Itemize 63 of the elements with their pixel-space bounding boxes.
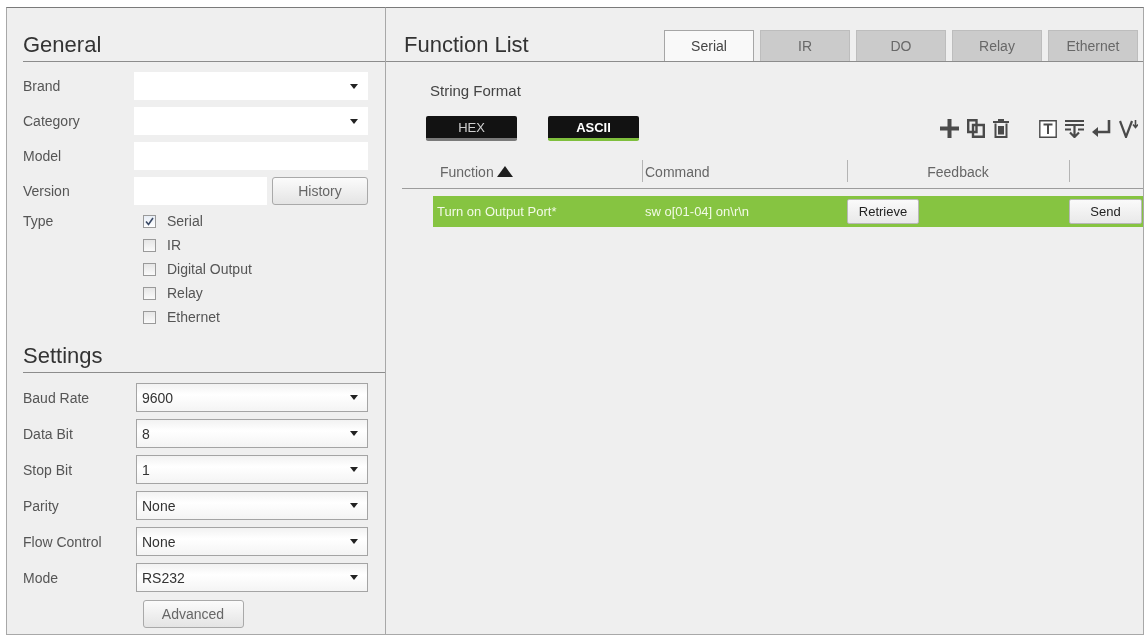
table-cell-text: sw o[01-04] on\r\n — [644, 204, 750, 219]
format-button[interactable]: HEX — [426, 116, 517, 141]
format-button[interactable]: ASCII — [548, 116, 639, 141]
section-title: General — [23, 32, 102, 58]
checkbox-label: Digital Output — [167, 260, 252, 278]
field-label: String Format — [430, 82, 521, 100]
send-button[interactable]: Send — [1069, 199, 1142, 224]
checkbox[interactable] — [143, 238, 156, 252]
caret-icon — [350, 467, 358, 472]
caret-icon — [350, 395, 358, 400]
field-label: Version — [23, 182, 71, 200]
history-button[interactable]: History — [272, 177, 368, 205]
field-label: Model — [23, 147, 63, 165]
field-label: Data Bit — [23, 424, 74, 443]
table-row[interactable]: Turn on Output Port* sw o[01-04] on\r\n Retrieve Send — [433, 196, 1143, 227]
checkbox[interactable] — [143, 286, 156, 300]
table-cell-text: Turn on Output Port* — [436, 204, 557, 219]
column-header[interactable]: Feedback — [847, 155, 1069, 188]
return-arrow-icon[interactable] — [1092, 120, 1111, 137]
dropdown-field[interactable]: 1 — [136, 455, 368, 484]
field-label: Category — [23, 112, 81, 130]
field-label: Brand — [23, 77, 62, 95]
checkbox[interactable] — [143, 310, 156, 324]
dropdown-field[interactable]: RS232 — [136, 563, 368, 592]
field-label: Parity — [23, 496, 60, 515]
retrieve-button[interactable]: Retrieve — [847, 199, 919, 224]
dropdown-field[interactable] — [134, 72, 368, 100]
caret-icon — [350, 575, 358, 580]
checkbox[interactable] — [143, 262, 156, 276]
section-title: Settings — [23, 343, 103, 369]
column-header[interactable]: Function — [402, 155, 642, 188]
dropdown-field[interactable] — [134, 107, 368, 135]
field-label: Stop Bit — [23, 460, 74, 479]
field-label: Baud Rate — [23, 388, 91, 407]
checkbox-label: Serial — [167, 212, 203, 230]
dropdown-field[interactable]: 8 — [136, 419, 368, 448]
dropdown-field[interactable]: None — [136, 527, 368, 556]
checkbox-label: Ethernet — [167, 308, 220, 326]
panel-title: Function List — [404, 32, 529, 58]
caret-icon — [350, 118, 358, 124]
caret-icon — [350, 503, 358, 508]
checkbox-label: IR — [167, 236, 181, 254]
tick-icon — [145, 216, 154, 226]
column-header[interactable]: Command — [642, 155, 847, 188]
plus-icon[interactable] — [940, 119, 959, 138]
check-arrow-icon[interactable] — [1119, 119, 1138, 138]
dropdown-field[interactable]: 9600 — [136, 383, 368, 412]
dropdown-field[interactable]: None — [136, 491, 368, 520]
up-triangle-icon — [496, 166, 513, 177]
caret-icon — [350, 539, 358, 544]
field-label: Type — [23, 212, 55, 231]
copy-icon[interactable] — [967, 119, 985, 138]
caret-icon — [350, 83, 358, 89]
tab[interactable]: Serial — [664, 30, 754, 61]
advanced-button[interactable]: Advanced — [142, 600, 244, 628]
checkbox-label: Relay — [167, 284, 203, 302]
field-label: Flow Control — [23, 532, 103, 551]
checkbox[interactable] — [143, 214, 156, 228]
caret-icon — [350, 431, 358, 436]
field-label: Mode — [23, 568, 60, 587]
list-arrow-icon[interactable] — [1065, 119, 1084, 138]
text-box-icon[interactable] — [1039, 119, 1057, 138]
trash-icon[interactable] — [993, 119, 1009, 138]
